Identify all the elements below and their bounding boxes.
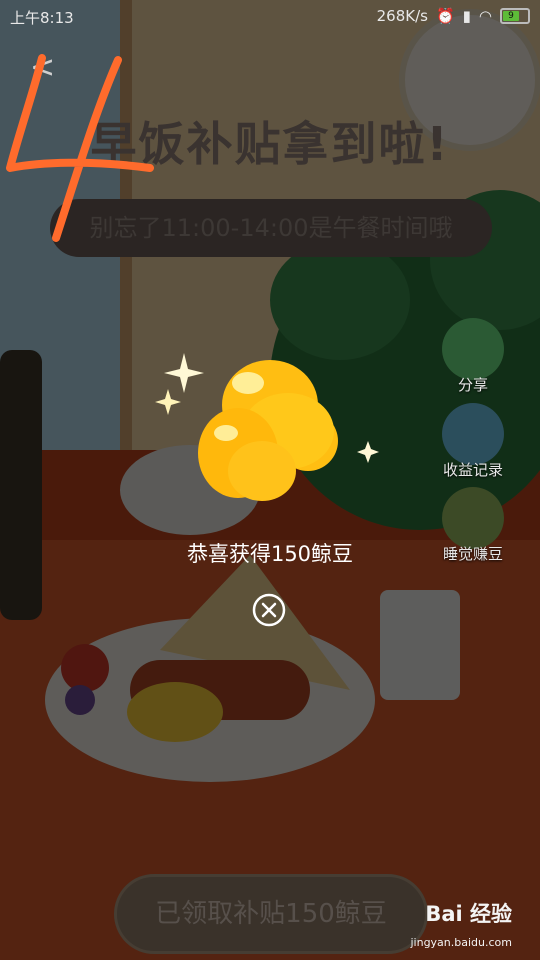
bean-reward-icon (155, 353, 379, 501)
claimed-subsidy-button[interactable]: 已领取补贴150鲸豆 (114, 874, 428, 954)
watermark-brand: Bai 经验 (425, 902, 512, 926)
alarm-icon: ⏰ (435, 7, 455, 25)
sparkle-icon (155, 389, 181, 415)
watermark-url: jingyan.baidu.com (410, 936, 512, 949)
reward-message: 恭喜获得150鲸豆 (186, 542, 354, 566)
earnings-record-button[interactable]: 收益记录 (442, 403, 504, 480)
signal-icon: ▮ (462, 7, 471, 25)
battery-icon: 9 (500, 8, 530, 24)
status-bar: 上午8:13 268K/s ⏰ ▮ ◠ 9 (0, 0, 540, 34)
earnings-record-label: 收益记录 (442, 461, 503, 479)
close-icon[interactable] (252, 593, 286, 627)
sparkle-icon (164, 353, 204, 393)
battery-level: 9 (503, 11, 519, 21)
wifi-icon: ◠ (478, 7, 492, 25)
network-speed: 268K/s (376, 7, 428, 25)
share-icon (442, 318, 504, 380)
sparkle-icon (357, 441, 379, 463)
share-label: 分享 (457, 376, 488, 394)
record-icon (442, 403, 504, 465)
handwritten-number-annotation (6, 54, 154, 242)
share-button[interactable]: 分享 (442, 318, 504, 395)
status-time: 上午8:13 (10, 9, 74, 27)
